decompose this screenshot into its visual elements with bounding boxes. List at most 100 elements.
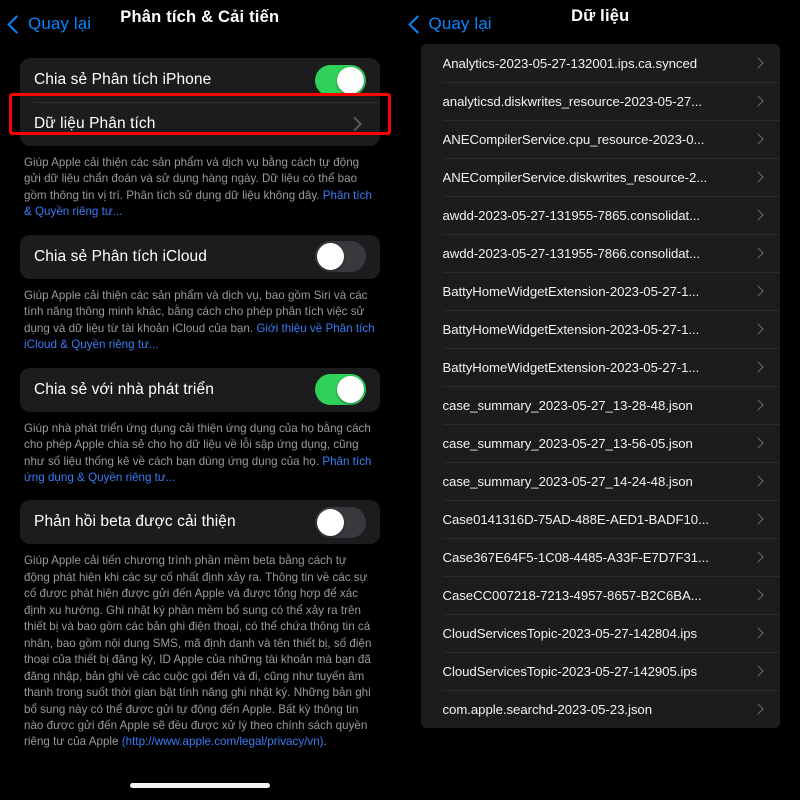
file-name-label: Case0141316D-75AD-488E-AED1-BADF10... — [442, 511, 709, 527]
chevron-right-icon — [347, 116, 362, 132]
chevron-right-icon — [752, 551, 764, 563]
back-button[interactable]: Quay lại — [0, 14, 91, 34]
file-name-label: CloudServicesTopic-2023-05-27-142905.ips — [442, 663, 698, 679]
row-label: Phản hồi beta được cải thiện — [34, 513, 236, 531]
file-list-item[interactable]: case_summary_2023-05-27_13-56-05.json — [421, 424, 781, 462]
left-navigation-bar: Quay lại Phân tích & Cải tiến — [0, 0, 400, 44]
description-text: Giúp nhà phát triển ứng dụng cải thiện ứ… — [24, 421, 371, 468]
row-improve-beta-feedback[interactable]: Phản hồi beta được cải thiện — [20, 500, 380, 544]
file-list-item[interactable]: com.apple.searchd-2023-05-23.json — [421, 690, 781, 728]
file-list-item[interactable]: Case367E64F5-1C08-4485-A33F-E7D7F31... — [421, 538, 781, 576]
share-iphone-analytics-toggle[interactable] — [314, 64, 366, 96]
row-label: Dữ liệu Phân tích — [34, 115, 156, 132]
row-share-with-developers[interactable]: Chia sẻ với nhà phát triển — [20, 368, 380, 412]
file-list-item[interactable]: ANECompilerService.cpu_resource-2023-0..… — [421, 120, 781, 158]
improve-beta-feedback-toggle[interactable] — [314, 506, 366, 538]
chevron-left-icon — [407, 14, 427, 34]
row-share-icloud-analytics[interactable]: Chia sẻ Phân tích iCloud — [20, 235, 380, 279]
file-name-label: ANECompilerService.diskwrites_resource-2… — [442, 169, 708, 185]
file-name-label: awdd-2023-05-27-131955-7865.consolidat..… — [442, 207, 701, 223]
file-list-item[interactable]: awdd-2023-05-27-131955-7865.consolidat..… — [421, 196, 781, 234]
analytics-data-list-screen: Quay lại Dữ liệu Analytics-2023-05-27-13… — [399, 0, 800, 800]
file-name-label: com.apple.searchd-2023-05-23.json — [442, 701, 652, 717]
chevron-right-icon — [752, 323, 764, 335]
description-analytics: Giúp Apple cải thiện các sản phẩm và dịc… — [20, 146, 380, 221]
chevron-right-icon — [752, 247, 764, 259]
description-tail: . — [323, 735, 327, 749]
description-text: Giúp Apple cải thiện các sản phẩm và dịc… — [24, 156, 360, 202]
file-list-item[interactable]: CaseCC007218-7213-4957-8657-B2C6BA... — [421, 576, 781, 614]
file-name-label: BattyHomeWidgetExtension-2023-05-27-1... — [442, 321, 700, 337]
back-button-label: Quay lại — [28, 14, 92, 33]
chevron-right-icon — [752, 361, 764, 373]
chevron-right-icon — [752, 133, 764, 145]
chevron-right-icon — [752, 665, 764, 677]
row-label: Chia sẻ với nhà phát triển — [34, 380, 214, 398]
file-name-label: analyticsd.diskwrites_resource-2023-05-2… — [442, 93, 702, 109]
file-list-item[interactable]: ANECompilerService.diskwrites_resource-2… — [421, 158, 781, 196]
file-name-label: CloudServicesTopic-2023-05-27-142804.ips — [442, 625, 698, 641]
file-name-label: ANECompilerService.cpu_resource-2023-0..… — [442, 131, 705, 147]
chevron-right-icon — [752, 285, 764, 297]
row-label: Chia sẻ Phân tích iPhone — [34, 71, 212, 88]
toggle-knob — [316, 243, 344, 271]
file-name-label: BattyHomeWidgetExtension-2023-05-27-1... — [442, 359, 700, 375]
file-name-label: CaseCC007218-7213-4957-8657-B2C6BA... — [442, 587, 702, 603]
file-list-wrapper: Analytics-2023-05-27-132001.ips.ca.synce… — [401, 44, 800, 728]
description-text: Giúp Apple cải tiến chương trình phần mề… — [24, 554, 372, 749]
chevron-right-icon — [752, 627, 764, 639]
file-list-item[interactable]: case_summary_2023-05-27_14-24-48.json — [421, 462, 781, 500]
file-name-label: case_summary_2023-05-27_13-28-48.json — [442, 397, 693, 413]
settings-content: Chia sẻ Phân tích iPhone Dữ liệu Phân tí… — [0, 58, 400, 751]
chevron-right-icon — [752, 171, 764, 183]
file-list-item[interactable]: BattyHomeWidgetExtension-2023-05-27-1... — [421, 310, 781, 348]
file-list-item[interactable]: Case0141316D-75AD-488E-AED1-BADF10... — [421, 500, 781, 538]
back-button-label: Quay lại — [428, 14, 492, 33]
toggle-knob — [336, 66, 364, 94]
file-name-label: Analytics-2023-05-27-132001.ips.ca.synce… — [442, 55, 698, 71]
settings-group-icloud: Chia sẻ Phân tích iCloud — [20, 234, 380, 279]
file-name-label: case_summary_2023-05-27_14-24-48.json — [442, 473, 693, 489]
chevron-left-icon — [7, 14, 26, 34]
settings-group-developers: Chia sẻ với nhà phát triển — [20, 367, 380, 412]
back-button[interactable]: Quay lại — [401, 14, 492, 34]
file-name-label: BattyHomeWidgetExtension-2023-05-27-1... — [442, 283, 700, 299]
dual-screenshot-container: Quay lại Phân tích & Cải tiến Chia sẻ Ph… — [0, 0, 800, 800]
file-list-item[interactable]: analyticsd.diskwrites_resource-2023-05-2… — [421, 82, 781, 120]
file-name-label: Case367E64F5-1C08-4485-A33F-E7D7F31... — [442, 549, 709, 565]
share-icloud-analytics-toggle[interactable] — [314, 241, 366, 273]
share-with-developers-toggle[interactable] — [314, 374, 366, 406]
home-indicator — [129, 783, 270, 788]
right-navigation-bar: Quay lại Dữ liệu — [401, 0, 800, 44]
description-developers: Giúp nhà phát triển ứng dụng cải thiện ứ… — [20, 412, 380, 487]
file-list-item[interactable]: BattyHomeWidgetExtension-2023-05-27-1... — [421, 272, 781, 310]
file-list-item[interactable]: awdd-2023-05-27-131955-7866.consolidat..… — [421, 234, 781, 272]
settings-group-analytics: Chia sẻ Phân tích iPhone Dữ liệu Phân tí… — [20, 58, 380, 146]
toggle-knob — [316, 508, 344, 536]
file-name-label: awdd-2023-05-27-131955-7866.consolidat..… — [442, 245, 701, 261]
file-list: Analytics-2023-05-27-132001.ips.ca.synce… — [420, 44, 781, 728]
settings-group-beta-feedback: Phản hồi beta được cải thiện — [20, 500, 380, 545]
chevron-right-icon — [752, 703, 764, 715]
file-name-label: case_summary_2023-05-27_13-56-05.json — [442, 435, 693, 451]
file-list-item[interactable]: Analytics-2023-05-27-132001.ips.ca.synce… — [421, 44, 781, 82]
chevron-right-icon — [752, 475, 764, 487]
chevron-right-icon — [752, 399, 764, 411]
chevron-right-icon — [752, 513, 764, 525]
apple-privacy-url[interactable]: (http://www.apple.com/legal/privacy/vn) — [122, 735, 324, 748]
row-label: Chia sẻ Phân tích iCloud — [34, 247, 207, 265]
row-share-iphone-analytics[interactable]: Chia sẻ Phân tích iPhone — [20, 58, 380, 102]
chevron-right-icon — [752, 209, 764, 221]
chevron-right-icon — [752, 95, 764, 107]
chevron-right-icon — [752, 589, 764, 601]
description-beta-feedback: Giúp Apple cải tiến chương trình phần mề… — [20, 544, 380, 750]
chevron-right-icon — [752, 437, 764, 449]
file-list-item[interactable]: CloudServicesTopic-2023-05-27-142905.ips — [421, 652, 781, 690]
row-analytics-data[interactable]: Dữ liệu Phân tích — [20, 102, 380, 146]
file-list-item[interactable]: BattyHomeWidgetExtension-2023-05-27-1... — [421, 348, 781, 386]
toggle-knob — [336, 376, 364, 404]
chevron-right-icon — [752, 57, 764, 69]
description-icloud: Giúp Apple cải thiện các sản phẩm và dịc… — [20, 279, 380, 354]
file-list-item[interactable]: CloudServicesTopic-2023-05-27-142804.ips — [421, 614, 781, 652]
file-list-item[interactable]: case_summary_2023-05-27_13-28-48.json — [421, 386, 781, 424]
